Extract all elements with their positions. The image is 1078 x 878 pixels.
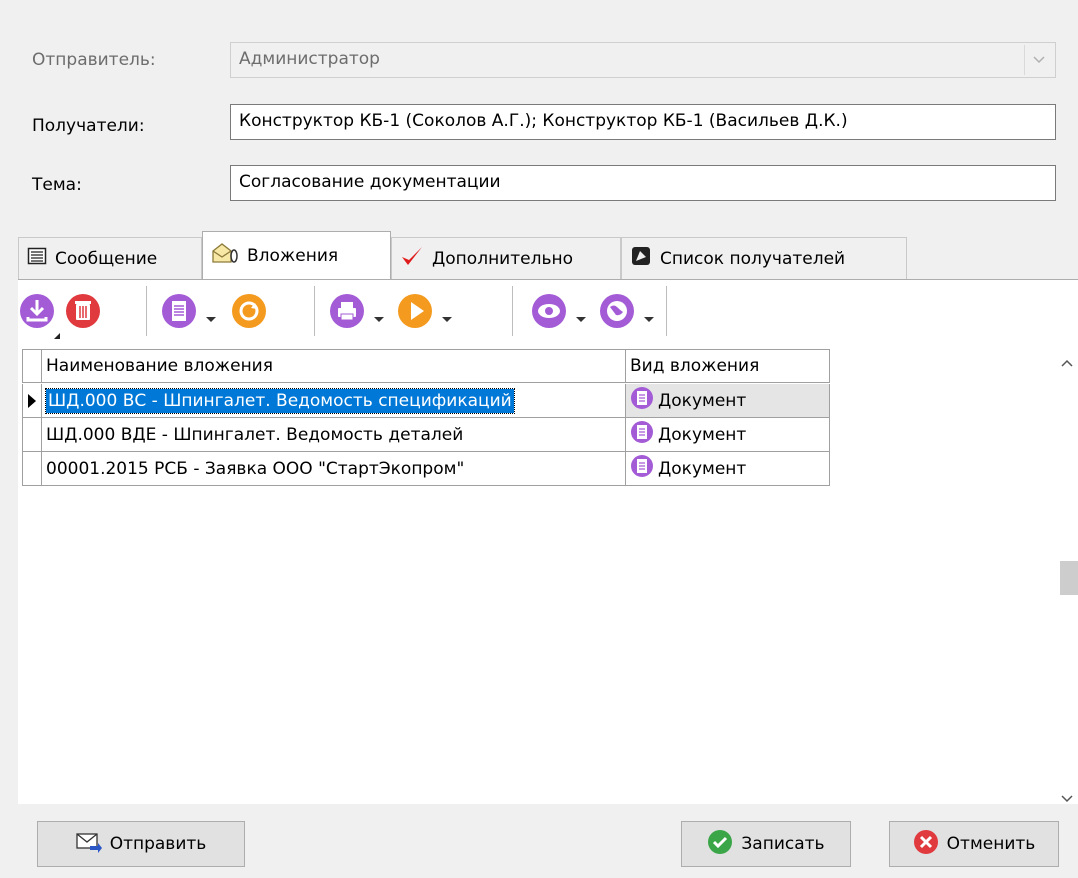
cell-name[interactable]: 00001.2015 РСБ - Заявка ООО "СтартЭкопро…: [42, 452, 626, 486]
send-mail-icon: [76, 831, 102, 858]
corner-arrow-icon: [54, 324, 60, 339]
scroll-down-icon[interactable]: [1061, 788, 1073, 808]
document-type-icon: [630, 454, 654, 483]
cell-name-text: ШД.000 ВС - Шпингалет. Ведомость специфи…: [45, 387, 515, 414]
document-icon[interactable]: [160, 292, 198, 330]
cell-kind[interactable]: Документ: [626, 452, 830, 486]
checkmark-circle-icon: [707, 829, 733, 860]
subject-field[interactable]: Согласование документации: [230, 165, 1056, 201]
column-header-kind[interactable]: Вид вложения: [626, 349, 830, 383]
tab-attachments-label: Вложения: [247, 245, 339, 266]
toolbar-separator: [146, 286, 147, 336]
tab-additional[interactable]: Дополнительно: [391, 237, 621, 279]
checkmark-icon: [400, 245, 424, 272]
sender-value: Администратор: [239, 49, 380, 69]
document-type-icon: [630, 386, 654, 415]
recipients-label: Получатели:: [32, 116, 145, 136]
cell-name[interactable]: ШД.000 ВДЕ - Шпингалет. Ведомость детале…: [42, 418, 626, 452]
cell-name[interactable]: ШД.000 ВС - Шпингалет. Ведомость специфи…: [42, 384, 626, 418]
send-button-label: Отправить: [109, 834, 207, 854]
document-type-icon: [630, 420, 654, 449]
send-button[interactable]: Отправить: [37, 821, 245, 867]
cell-name-text: 00001.2015 РСБ - Заявка ООО "СтартЭкопро…: [46, 458, 465, 479]
attachment-icon: [211, 242, 239, 269]
attachments-panel: Наименование вложения Вид вложения ШД.00…: [18, 279, 1078, 804]
sender-label: Отправитель:: [32, 50, 156, 70]
view-icon[interactable]: [530, 292, 568, 330]
tab-attachments[interactable]: Вложения: [202, 231, 391, 279]
row-indicator: [22, 452, 42, 486]
print-icon[interactable]: [328, 292, 366, 330]
row-pointer-icon: [22, 384, 42, 418]
cancel-button-label: Отменить: [946, 834, 1036, 854]
cancel-circle-icon: [913, 829, 939, 860]
table-row[interactable]: ШД.000 ВС - Шпингалет. Ведомость специфи…: [22, 384, 830, 418]
toolbar-separator: [314, 286, 315, 336]
cell-kind-text: Документ: [658, 424, 747, 445]
cell-kind-text: Документ: [658, 458, 747, 479]
save-button-label: Записать: [741, 834, 825, 854]
globe-icon[interactable]: [598, 292, 636, 330]
tab-recipients-list[interactable]: Список получателей: [621, 237, 907, 279]
subject-value: Согласование документации: [239, 172, 501, 192]
dropdown-arrow-icon[interactable]: [644, 308, 654, 322]
toolbar-separator: [512, 286, 513, 336]
toolbar-separator: [666, 286, 667, 336]
cell-kind-text: Документ: [658, 390, 747, 411]
grid-header: Наименование вложения Вид вложения: [22, 349, 830, 383]
table-row[interactable]: 00001.2015 РСБ - Заявка ООО "СтартЭкопро…: [22, 452, 830, 486]
subject-label: Тема:: [32, 175, 82, 195]
toolbar: [18, 280, 1078, 344]
table-row[interactable]: ШД.000 ВДЕ - Шпингалет. Ведомость детале…: [22, 418, 830, 452]
cell-kind[interactable]: Документ: [626, 418, 830, 452]
column-header-name[interactable]: Наименование вложения: [42, 349, 626, 383]
chevron-down-icon[interactable]: [1024, 45, 1053, 75]
scrollbar-thumb[interactable]: [1060, 561, 1078, 595]
cell-name-text: ШД.000 ВДЕ - Шпингалет. Ведомость детале…: [46, 424, 464, 445]
dropdown-arrow-icon[interactable]: [442, 308, 452, 322]
recipients-value: Конструктор КБ-1 (Соколов А.Г.); Констру…: [239, 111, 848, 131]
recipients-field[interactable]: Конструктор КБ-1 (Соколов А.Г.); Констру…: [230, 104, 1056, 140]
row-indicator: [22, 418, 42, 452]
scroll-up-icon[interactable]: [1061, 352, 1073, 372]
download-icon[interactable]: [18, 292, 56, 330]
tab-recipients-list-label: Список получателей: [660, 248, 846, 269]
delete-icon[interactable]: [64, 292, 102, 330]
dropdown-arrow-icon[interactable]: [576, 308, 586, 322]
dropdown-arrow-icon[interactable]: [374, 308, 384, 322]
tab-message[interactable]: Сообщение: [18, 237, 202, 279]
cell-kind[interactable]: Документ: [626, 384, 830, 418]
cancel-button[interactable]: Отменить: [889, 821, 1059, 867]
recipients-icon: [630, 245, 652, 272]
save-button[interactable]: Записать: [681, 821, 851, 867]
header-indicator: [22, 349, 42, 383]
dropdown-arrow-icon[interactable]: [206, 308, 216, 322]
sender-dropdown[interactable]: Администратор: [230, 42, 1056, 78]
refresh-icon[interactable]: [230, 292, 268, 330]
vertical-scrollbar[interactable]: [1056, 344, 1078, 804]
tab-message-label: Сообщение: [55, 248, 158, 269]
message-icon: [27, 246, 47, 271]
tab-additional-label: Дополнительно: [432, 248, 573, 269]
play-icon[interactable]: [396, 292, 434, 330]
